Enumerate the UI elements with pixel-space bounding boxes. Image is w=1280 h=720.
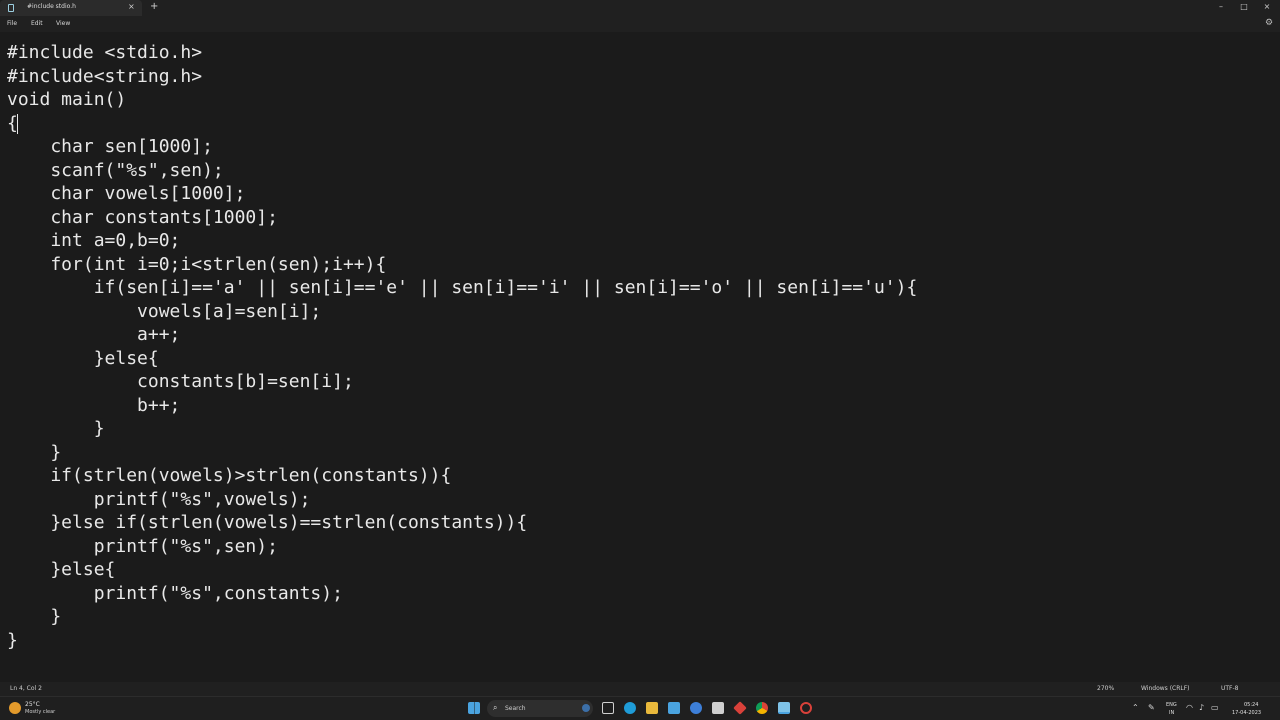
file-explorer-icon[interactable] [646,702,658,714]
search-placeholder: Search [505,705,526,712]
weather-icon[interactable] [9,702,21,714]
taskbar: 25°C Mostly clear ⌕ Search ⌃ ✎ ENG IN ◠ … [0,696,1280,720]
text-editor[interactable]: #include <stdio.h> #include<string.h> vo… [0,32,1280,682]
battery-icon[interactable]: ▭ [1211,702,1219,714]
edge-icon[interactable] [624,702,636,714]
taskbar-search[interactable]: ⌕ Search [487,700,593,717]
wifi-icon[interactable]: ◠ [1186,702,1193,714]
zoom-level: 270% [1097,685,1115,692]
search-highlight-icon [582,704,590,712]
code-line: #include<string.h> [7,66,203,87]
store-icon[interactable] [712,702,724,714]
minimize-button[interactable]: – [1213,1,1229,13]
chevron-up-icon[interactable]: ⌃ [1132,702,1139,714]
menu-edit[interactable]: Edit [31,20,43,27]
code-line: printf("%s",vowels); [7,489,311,510]
language-code[interactable]: ENG [1166,702,1177,708]
language-region[interactable]: IN [1169,710,1174,716]
title-bar: #include stdio.h × + – □ × [0,0,1280,16]
notepad-taskbar-icon[interactable] [778,702,790,714]
code-line: for(int i=0;i<strlen(sen);i++){ [7,254,387,275]
new-tab-button[interactable]: + [150,1,158,13]
tab-title: #include stdio.h [27,3,76,10]
search-icon: ⌕ [493,703,498,712]
code-line: }else{ [7,559,116,580]
code-line: constants[b]=sen[i]; [7,371,354,392]
weather-description[interactable]: Mostly clear [25,709,55,715]
code-line: b++; [7,395,181,416]
chrome-icon[interactable] [756,702,768,714]
menu-bar: File Edit View ⚙ [0,16,1280,32]
code-line: }else{ [7,348,159,369]
code-line: if(sen[i]=='a' || sen[i]=='e' || sen[i]=… [7,277,918,298]
clock-date[interactable]: 17-04-2023 [1232,710,1261,716]
tab-close-icon[interactable]: × [128,2,135,12]
help-icon[interactable] [690,702,702,714]
code-line: vowels[a]=sen[i]; [7,301,322,322]
speaker-icon[interactable]: ♪ [1199,702,1204,714]
encoding: UTF-8 [1221,685,1239,692]
weather-temperature[interactable]: 25°C [25,701,40,708]
gear-icon[interactable]: ⚙ [1265,18,1273,28]
task-view-icon[interactable] [602,702,614,714]
notepad-icon [8,4,14,12]
windows-start-icon[interactable] [468,702,480,714]
code-line: printf("%s",constants); [7,583,343,604]
app-icon[interactable] [800,702,812,714]
menu-file[interactable]: File [7,20,17,27]
code-line: }else if(strlen(vowels)==strlen(constant… [7,512,528,533]
menu-view[interactable]: View [56,20,70,27]
code-line: void main() [7,89,127,110]
code-line: a++; [7,324,181,345]
status-bar: Ln 4, Col 2 270% Windows (CRLF) UTF-8 [0,682,1280,696]
git-icon[interactable] [733,701,747,715]
vscode-icon[interactable] [668,702,680,714]
code-line: } [7,442,62,463]
close-button[interactable]: × [1259,1,1275,13]
cursor-position: Ln 4, Col 2 [10,685,42,692]
code-line: char constants[1000]; [7,207,278,228]
code-line: int a=0,b=0; [7,230,181,251]
code-line: char vowels[1000]; [7,183,246,204]
pen-icon[interactable]: ✎ [1148,702,1155,714]
clock-time[interactable]: 05:24 [1244,702,1258,708]
code-line: #include <stdio.h> [7,42,203,63]
code-line: } [7,606,62,627]
code-line: char sen[1000]; [7,136,213,157]
code-line: } [7,418,105,439]
tab-file[interactable]: #include stdio.h × [0,0,142,16]
code-line: } [7,630,18,651]
code-line: printf("%s",sen); [7,536,278,557]
maximize-button[interactable]: □ [1236,1,1252,13]
line-ending: Windows (CRLF) [1141,685,1190,692]
code-line: scanf("%s",sen); [7,160,224,181]
text-caret [17,114,18,134]
code-line: if(strlen(vowels)>strlen(constants)){ [7,465,452,486]
